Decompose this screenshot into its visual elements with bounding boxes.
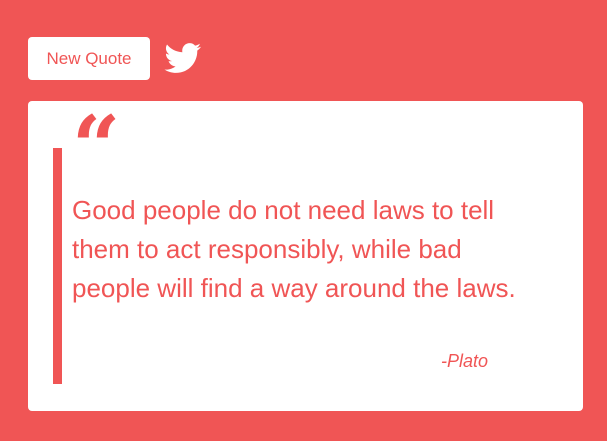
toolbar: New Quote — [28, 37, 202, 80]
tweet-button[interactable] — [164, 42, 202, 76]
quote-text: Good people do not need laws to tell the… — [72, 195, 516, 303]
quote-machine-page: { "toolbar": { "new_quote_label": "New Q… — [0, 0, 607, 441]
quote-accent-bar — [53, 148, 62, 384]
quote-mark-icon: “ — [72, 97, 121, 196]
quote-card: “ Good people do not need laws to tell t… — [28, 101, 583, 411]
new-quote-button[interactable]: New Quote — [28, 37, 150, 80]
twitter-icon — [164, 43, 201, 73]
quote-author: -Plato — [440, 351, 488, 371]
